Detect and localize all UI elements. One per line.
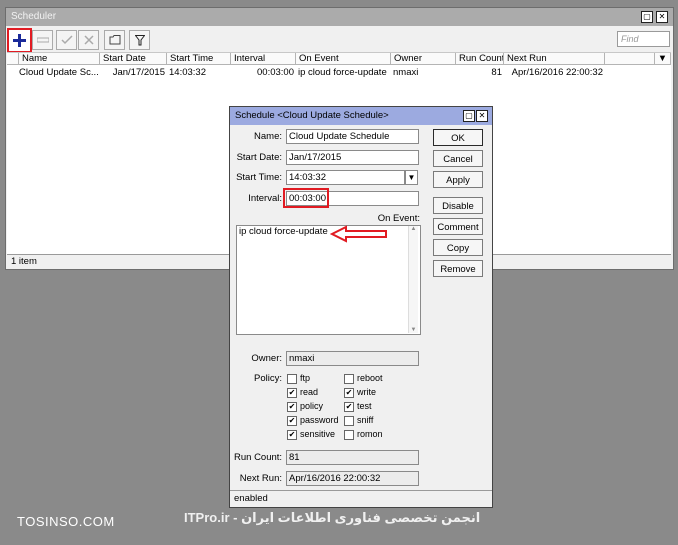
filter-icon (134, 34, 145, 45)
close-icon[interactable]: ✕ (476, 110, 488, 122)
policy-sensitive-checkbox[interactable]: ✔ (287, 430, 297, 440)
scheduler-title: Scheduler (11, 11, 57, 22)
run-count-field: 81 (286, 450, 419, 465)
watermark-right: ITPro.ir - انجمن تخصصی فناوری اطلاعات ای… (184, 510, 481, 525)
next-run-field: Apr/16/2016 22:00:32 (286, 471, 419, 486)
policy-sniff-label: sniff (357, 415, 374, 425)
on-event-textarea[interactable]: ip cloud force-update (236, 225, 421, 335)
owner-label: Owner: (251, 353, 282, 364)
remove-button[interactable] (32, 30, 53, 50)
start-date-label: Start Date: (236, 152, 282, 163)
scroll-up-icon[interactable]: ▲ (409, 226, 418, 232)
column-menu-chevron-icon[interactable]: ▼ (655, 53, 671, 65)
on-event-text: ip cloud force-update (239, 226, 328, 237)
policy-label: Policy: (254, 373, 282, 384)
minus-icon (36, 37, 49, 43)
policy-romon-checkbox[interactable] (344, 430, 354, 440)
policy-read-label: read (300, 387, 319, 397)
annotation-arrow-icon (330, 225, 387, 243)
cell-interval: 00:03:00 (257, 67, 294, 78)
cell-run-count: 81 (491, 67, 502, 78)
column-header-start-time[interactable]: Start Time (167, 53, 231, 65)
filter-button[interactable] (129, 30, 150, 50)
column-header-interval[interactable]: Interval (231, 53, 296, 65)
policy-reboot-label: reboot (357, 373, 383, 383)
column-header-spacer (605, 53, 655, 65)
policy-reboot-checkbox[interactable] (344, 374, 354, 384)
on-event-label: On Event: (377, 213, 420, 224)
name-label: Name: (254, 131, 282, 142)
cancel-button[interactable]: Cancel (433, 150, 483, 167)
cell-next-run: Apr/16/2016 22:00:32 (511, 67, 603, 78)
cell-name: Cloud Update Sc... (19, 67, 99, 78)
policy-write-checkbox[interactable]: ✔ (344, 388, 354, 398)
item-count: 1 item (11, 256, 37, 267)
dialog-status-text: enabled (234, 493, 268, 504)
schedule-dialog: Schedule <Cloud Update Schedule> ▢ ✕ Nam… (229, 106, 493, 508)
column-header-start-date[interactable]: Start Date (100, 53, 167, 65)
dialog-title: Schedule <Cloud Update Schedule> (235, 110, 389, 121)
column-header-owner[interactable]: Owner (391, 53, 456, 65)
start-time-label: Start Time: (236, 172, 282, 183)
scroll-down-icon[interactable]: ▼ (409, 327, 418, 333)
comment-icon (109, 35, 120, 45)
policy-sniff-checkbox[interactable] (344, 416, 354, 426)
remove-button[interactable]: Remove (433, 260, 483, 277)
dialog-title-bar[interactable]: Schedule <Cloud Update Schedule> ▢ ✕ (230, 107, 492, 125)
cell-on-event: ip cloud force-update (298, 67, 387, 78)
cell-start-date: Jan/17/2015 (112, 67, 165, 78)
close-icon[interactable]: ✕ (656, 11, 668, 23)
policy-sensitive-label: sensitive (300, 429, 336, 439)
policy-password-label: password (300, 415, 339, 425)
start-time-field[interactable]: 14:03:32 (286, 170, 405, 185)
column-header-name[interactable]: Name (19, 53, 100, 65)
watermark-left: TOSINSO.COM (17, 514, 115, 529)
policy-ftp-checkbox[interactable] (287, 374, 297, 384)
start-date-field[interactable]: Jan/17/2015 (286, 150, 419, 165)
maximize-icon[interactable]: ▢ (463, 110, 475, 122)
column-header-next-run[interactable]: Next Run (504, 53, 605, 65)
find-input[interactable]: Find (617, 31, 670, 47)
scheduler-title-bar[interactable]: Scheduler ▢ ✕ (6, 8, 673, 26)
add-button[interactable] (7, 28, 32, 53)
policy-policy-checkbox[interactable]: ✔ (287, 402, 297, 412)
policy-test-label: test (357, 401, 372, 411)
comment-button[interactable]: Comment (433, 218, 483, 235)
column-header-run-count[interactable]: Run Count (456, 53, 504, 65)
next-run-label: Next Run: (239, 473, 282, 484)
cell-owner: nmaxi (393, 67, 419, 78)
policy-romon-label: romon (357, 429, 383, 439)
plus-icon (13, 34, 26, 47)
cross-icon (83, 35, 94, 45)
disable-button[interactable]: Disable (433, 197, 483, 214)
owner-field: nmaxi (286, 351, 419, 366)
policy-policy-label: policy (300, 401, 324, 411)
ok-button[interactable]: OK (433, 129, 483, 146)
interval-highlight (283, 188, 329, 208)
column-header-on-event[interactable]: On Event (296, 53, 391, 65)
policy-password-checkbox[interactable]: ✔ (287, 416, 297, 426)
dialog-status-bar: enabled (230, 490, 492, 507)
interval-label: Interval: (248, 193, 282, 204)
scheduler-toolbar: Find (6, 27, 673, 53)
disable-button[interactable] (78, 30, 99, 50)
enable-button[interactable] (56, 30, 77, 50)
maximize-icon[interactable]: ▢ (641, 11, 653, 23)
copy-button[interactable]: Copy (433, 239, 483, 256)
cell-start-time: 14:03:32 (169, 67, 206, 78)
comment-button[interactable] (104, 30, 125, 50)
policy-read-checkbox[interactable]: ✔ (287, 388, 297, 398)
policy-ftp-label: ftp (300, 373, 311, 383)
apply-button[interactable]: Apply (433, 171, 483, 188)
table-header-marker (7, 53, 19, 65)
name-field[interactable]: Cloud Update Schedule (286, 129, 419, 144)
check-icon (60, 35, 73, 45)
on-event-scrollbar[interactable]: ▲ ▼ (408, 226, 418, 333)
policy-write-label: write (357, 387, 377, 397)
start-time-dropdown-icon[interactable]: ▼ (405, 170, 418, 185)
run-count-label: Run Count: (234, 452, 283, 463)
policy-test-checkbox[interactable]: ✔ (344, 402, 354, 412)
